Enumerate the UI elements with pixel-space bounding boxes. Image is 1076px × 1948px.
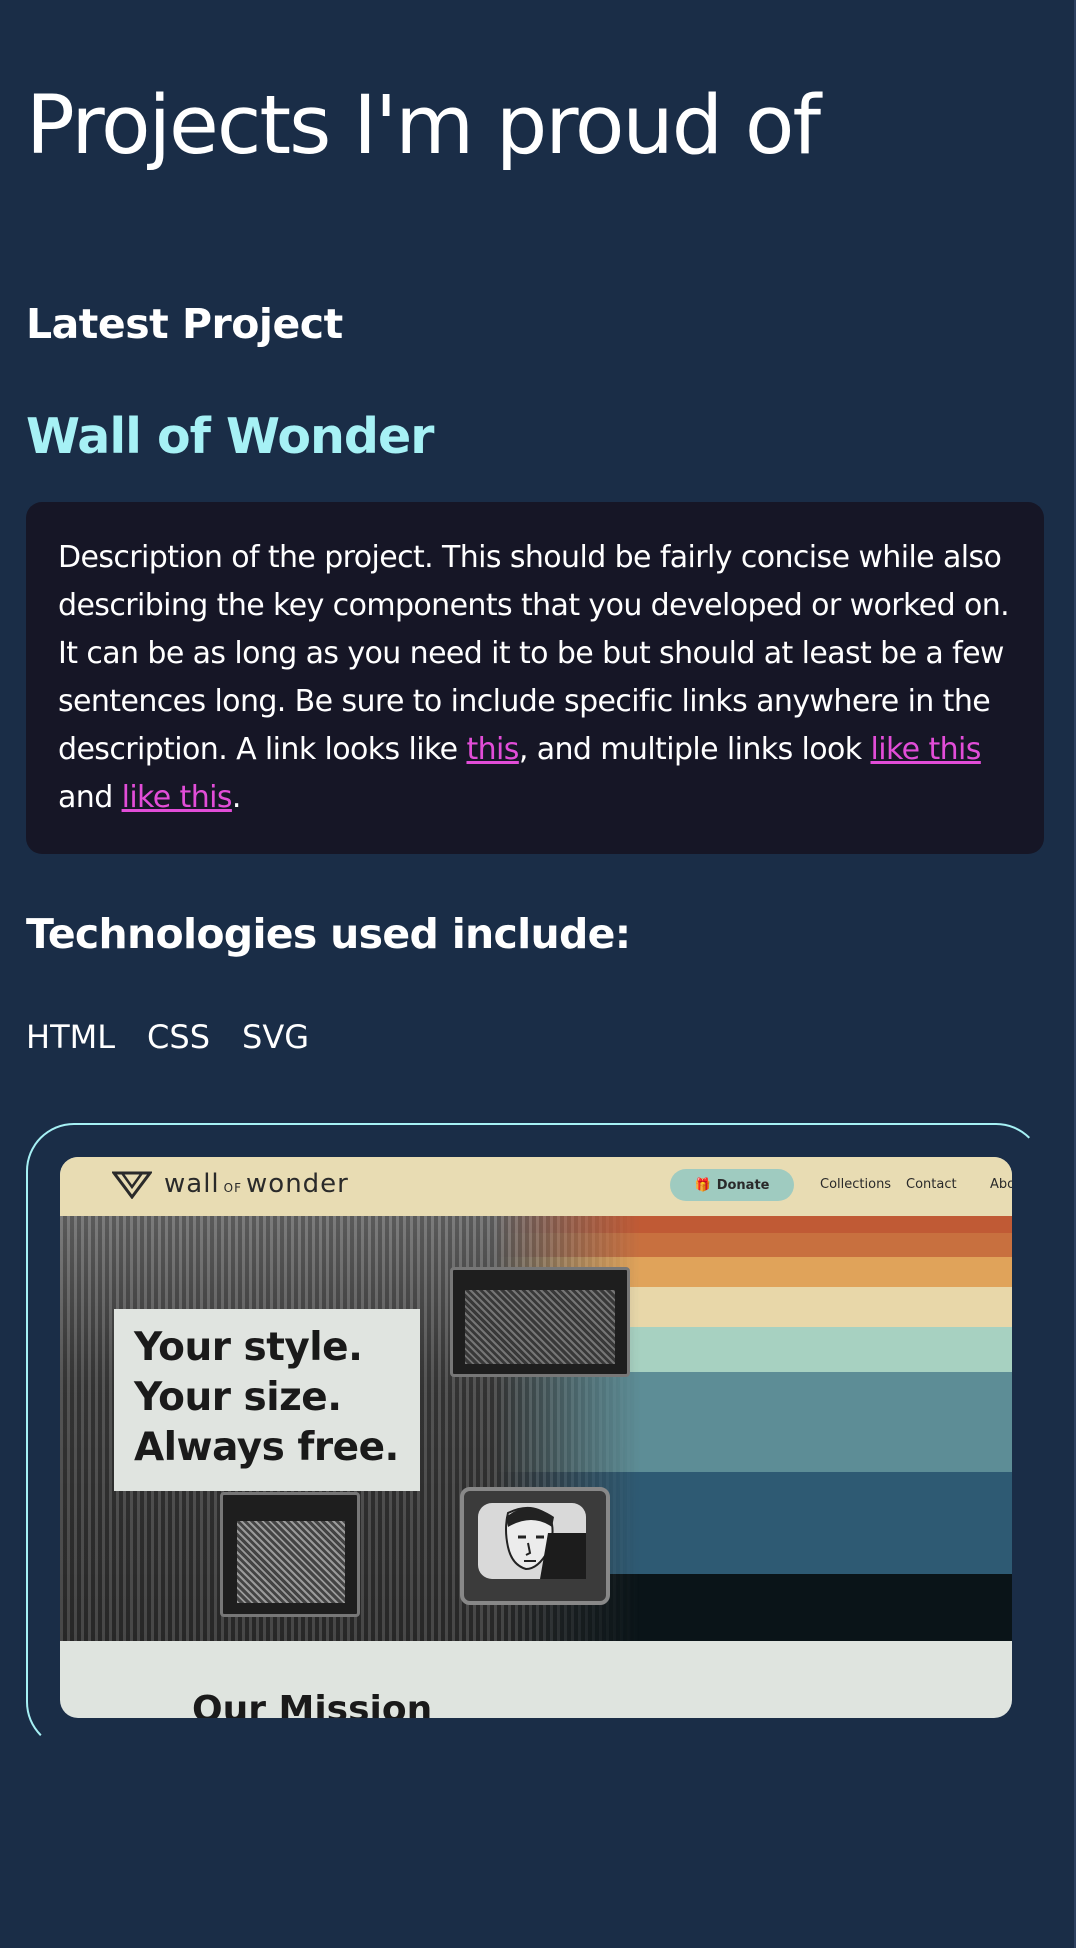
technology-item: SVG — [242, 1018, 310, 1056]
section-label: Latest Project — [26, 300, 343, 348]
description-text: . — [231, 780, 242, 815]
project-screenshot: Your style. Your size. Always free. wall… — [60, 1157, 1012, 1718]
description-link-2[interactable]: like this — [871, 732, 982, 767]
tv-graphic — [460, 1487, 610, 1605]
hero-tagline-box: Your style. Your size. Always free. — [114, 1309, 420, 1491]
screenshot-nav-link: Collections — [820, 1177, 892, 1192]
logo-word: wonder — [246, 1169, 349, 1199]
screenshot-nav-link: Contact — [906, 1177, 957, 1192]
technology-item: CSS — [147, 1018, 211, 1056]
tagline-line: Your size. — [134, 1375, 342, 1420]
screenshot-mission-heading: Our Mission — [192, 1689, 433, 1718]
description-text: , and multiple links look — [518, 732, 871, 767]
gift-icon: 🎁 — [694, 1177, 711, 1193]
logo-of: OF — [223, 1181, 243, 1195]
page-title: Projects I'm proud of — [26, 79, 821, 173]
screenshot-navbar: wall OF wonder 🎁 Donate Collections Contac… — [60, 1157, 1012, 1216]
amp-grille — [237, 1521, 345, 1603]
amp-graphic — [450, 1267, 630, 1377]
logo-word: wall — [164, 1169, 220, 1199]
project-title: Wall of Wonder — [26, 408, 434, 465]
technologies-heading: Technologies used include: — [26, 910, 631, 958]
screenshot-donate-button: 🎁 Donate — [670, 1169, 794, 1201]
description-link-3[interactable]: like this — [122, 780, 233, 815]
wall-of-wonder-logo-icon — [112, 1171, 152, 1199]
technologies-list: HTML CSS SVG — [26, 1018, 309, 1056]
description-text: and — [58, 780, 122, 815]
wall-of-wonder-logo-text: wall OF wonder — [164, 1169, 349, 1199]
portfolio-page: Projects I'm proud of Latest Project Wal… — [0, 0, 1076, 1948]
technology-item: HTML — [26, 1018, 116, 1056]
amp-grille — [465, 1290, 615, 1364]
description-link-1[interactable]: this — [466, 732, 519, 767]
screenshot-nav-link: Abo — [990, 1177, 1012, 1192]
portrait-icon — [505, 1506, 586, 1579]
donate-label: Donate — [716, 1177, 770, 1193]
tagline-line: Always free. — [134, 1425, 399, 1470]
tagline-line: Your style. — [134, 1325, 363, 1370]
tv-screen — [478, 1503, 586, 1579]
project-description-card: Description of the project. This should … — [26, 502, 1044, 854]
amp-graphic — [220, 1492, 360, 1617]
